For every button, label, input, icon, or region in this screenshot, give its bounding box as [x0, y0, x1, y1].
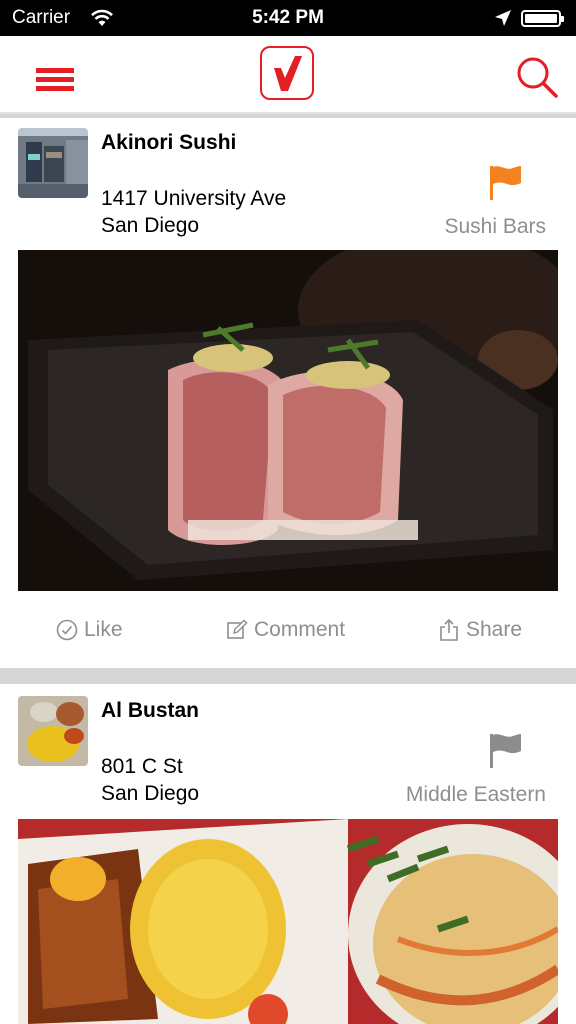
- feed-card[interactable]: Akinori Sushi 1417 University Ave San Di…: [0, 118, 576, 668]
- status-bar: Carrier 5:42 PM: [0, 0, 576, 36]
- address-line-2: San Diego: [101, 782, 200, 805]
- hamburger-menu-icon[interactable]: [36, 68, 74, 91]
- checkmark-logo-icon[interactable]: [260, 46, 314, 100]
- battery-icon: [521, 10, 564, 27]
- share-button[interactable]: Share: [438, 610, 522, 650]
- comment-button[interactable]: Comment: [226, 610, 345, 650]
- restaurant-name[interactable]: Al Bustan: [101, 699, 199, 723]
- check-circle-icon: [56, 619, 78, 641]
- flag-icon[interactable]: [488, 164, 524, 202]
- like-button[interactable]: Like: [56, 610, 123, 650]
- flag-icon[interactable]: [488, 732, 524, 770]
- card-separator: [0, 668, 576, 684]
- action-bar: Like Comment Share: [0, 610, 576, 650]
- clock: 5:42 PM: [252, 7, 324, 28]
- edit-icon: [227, 619, 248, 639]
- search-icon[interactable]: [514, 54, 560, 100]
- location-arrow-icon: [495, 10, 511, 26]
- address-line-1: 1417 University Ave: [101, 187, 287, 210]
- share-icon: [440, 618, 458, 641]
- feed-card[interactable]: Al Bustan 801 C St San Diego Middle East…: [0, 684, 576, 1024]
- nav-bar: [0, 36, 576, 114]
- like-label: Like: [84, 618, 123, 641]
- restaurant-thumbnail[interactable]: [18, 696, 88, 766]
- category-label: Middle Eastern: [405, 783, 546, 806]
- food-photo[interactable]: [18, 250, 558, 591]
- restaurant-thumbnail[interactable]: [18, 128, 88, 198]
- share-label: Share: [466, 618, 523, 641]
- restaurant-name[interactable]: Akinori Sushi: [101, 131, 236, 155]
- category-label: Sushi Bars: [444, 215, 546, 238]
- comment-label: Comment: [254, 618, 346, 641]
- address-line-1: 801 C St: [101, 755, 183, 778]
- food-photo[interactable]: [18, 819, 558, 1024]
- address-line-2: San Diego: [101, 214, 200, 237]
